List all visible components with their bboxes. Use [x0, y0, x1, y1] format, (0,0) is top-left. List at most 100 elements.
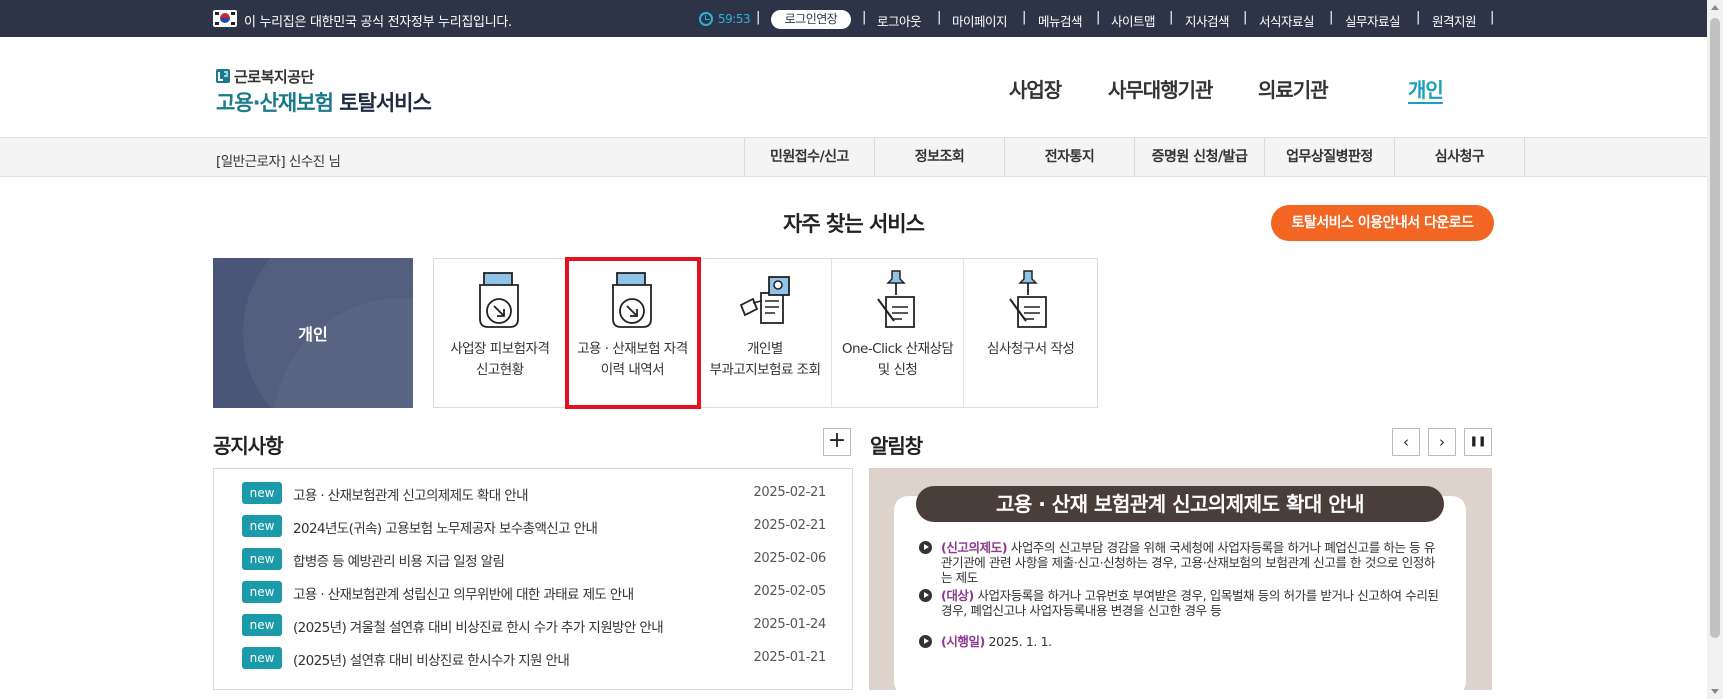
- site-logo-part2: 토탈서비스: [339, 91, 432, 115]
- logout-link[interactable]: 로그아웃: [877, 11, 922, 30]
- notice-list: new 고용 · 산재보험관계 신고의제제도 확대 안내 2025-02-21 …: [213, 468, 853, 690]
- remote-support-link[interactable]: 원격지원: [1432, 11, 1477, 30]
- service-one-click-consult[interactable]: One-Click 산재상담 및 신청: [832, 259, 965, 407]
- alarm-banner-item: (시행일) 2025. 1. 1.: [919, 634, 1439, 649]
- service-label: 고용 · 산재보험 자격 이력 내역서: [577, 341, 688, 378]
- korean-flag-icon: [213, 10, 237, 27]
- gov-notice-text: 이 누리집은 대한민국 공식 전자정부 누리집입니다.: [244, 15, 512, 30]
- tab-certificate[interactable]: 증명원 신청/발급: [1135, 138, 1265, 176]
- document-download-icon: [611, 272, 652, 328]
- gov-top-bar: 이 누리집은 대한민국 공식 전자정부 누리집입니다. 59:53 | 로그인연…: [0, 0, 1707, 37]
- service-label: 개인별 부과고지보험료 조회: [709, 341, 821, 378]
- extend-login-button[interactable]: 로그인연장: [771, 10, 851, 29]
- notice-item-title[interactable]: 2024년도(귀속) 고용보험 노무제공자 보수총액신고 안내: [293, 517, 598, 537]
- personal-category-card[interactable]: 개인: [213, 258, 413, 408]
- notice-item-title[interactable]: 고용 · 산재보험관계 성립신고 의무위반에 대한 과태료 제도 안내: [293, 583, 634, 603]
- branch-search-link[interactable]: 지사검색: [1185, 11, 1230, 30]
- guide-download-button[interactable]: 토탈서비스 이용안내서 다운로드: [1271, 205, 1494, 241]
- org-name[interactable]: 근로복지공단: [216, 66, 314, 87]
- divider: |: [1329, 10, 1334, 25]
- alarm-banner[interactable]: 고용 · 산재 보험관계 신고의제제도 확대 안내 (신고의제도) 사업주의 신…: [869, 468, 1492, 690]
- sitemap-link[interactable]: 사이트맵: [1111, 11, 1156, 30]
- nav-personal[interactable]: 개인: [1408, 74, 1444, 103]
- notice-item[interactable]: new (2025년) 설연휴 대비 비상진료 한시수가 지원 안내 2025-…: [214, 643, 852, 673]
- service-workplace-qualification[interactable]: 사업장 피보험자격 신고현황: [434, 259, 567, 407]
- divider: |: [1022, 10, 1027, 25]
- new-badge: new: [242, 482, 282, 504]
- scroll-down-icon[interactable]: [1711, 689, 1719, 694]
- menu-tabs: 민원접수/신고 정보조회 전자통지 증명원 신청/발급 업무상질병판정 심사청구: [744, 138, 1525, 176]
- session-timer: 59:53: [718, 12, 751, 26]
- play-bullet-icon: [919, 541, 932, 554]
- notice-item[interactable]: new 고용 · 산재보험관계 신고의제제도 확대 안내 2025-02-21: [214, 478, 852, 508]
- divider: |: [1243, 10, 1248, 25]
- tab-civil-application[interactable]: 민원접수/신고: [745, 138, 875, 176]
- divider: |: [1416, 10, 1421, 25]
- sub-nav-bar: [일반근로자] 신수진 님 민원접수/신고 정보조회 전자통지 증명원 신청/발…: [0, 137, 1707, 177]
- mypage-link[interactable]: 마이페이지: [952, 11, 1008, 30]
- page-scrollbar[interactable]: [1707, 0, 1723, 699]
- personal-category-label: 개인: [298, 325, 328, 344]
- alarm-banner-item: (대상) 사업자등록을 하거나 고유번호 부여받은 경우, 입목벌채 등의 허가…: [919, 588, 1439, 618]
- frequent-services-grid: 사업장 피보험자격 신고현황 고용 · 산재보험 자격 이력 내역서 개인별 부…: [433, 257, 1098, 409]
- divider: |: [756, 10, 761, 25]
- alarm-item-text: 사업주의 신고부담 경감을 위해 국세청에 사업자등록을 하거나 폐업신고를 하…: [941, 540, 1436, 585]
- notice-item[interactable]: new 2024년도(귀속) 고용보험 노무제공자 보수총액신고 안내 2025…: [214, 511, 852, 541]
- service-label: One-Click 산재상담 및 신청: [841, 341, 954, 378]
- notice-more-button[interactable]: +: [823, 428, 851, 456]
- document-download-icon: [479, 272, 519, 328]
- notice-title: 공지사항: [213, 434, 284, 458]
- tab-occupational-disease[interactable]: 업무상질병판정: [1265, 138, 1395, 176]
- alarm-item-key: (시행일): [941, 634, 985, 649]
- tab-review-request[interactable]: 심사청구: [1395, 138, 1525, 176]
- notice-item-date: 2025-02-06: [753, 551, 826, 566]
- notice-item-date: 2025-01-24: [753, 617, 826, 632]
- site-logo-part1: 고용·산재보험: [216, 91, 334, 115]
- play-bullet-icon: [919, 589, 932, 602]
- clock-icon: [699, 12, 713, 26]
- new-badge: new: [242, 647, 282, 669]
- new-badge: new: [242, 515, 282, 537]
- alarm-prev-button[interactable]: ‹: [1392, 428, 1420, 456]
- scroll-up-icon[interactable]: [1711, 5, 1719, 10]
- menu-search-link[interactable]: 메뉴검색: [1038, 11, 1083, 30]
- play-bullet-icon: [919, 635, 932, 648]
- forms-library-link[interactable]: 서식자료실: [1259, 11, 1315, 30]
- alarm-title: 알림창: [870, 434, 923, 458]
- tab-e-notice[interactable]: 전자통지: [1005, 138, 1135, 176]
- notice-item-date: 2025-01-21: [753, 650, 826, 665]
- notice-item[interactable]: new 고용 · 산재보험관계 성립신고 의무위반에 대한 과태료 제도 안내 …: [214, 577, 852, 607]
- new-badge: new: [242, 581, 282, 603]
- notice-item-title[interactable]: (2025년) 겨울철 설연휴 대비 비상진료 한시 수가 추가 지원방안 안내: [293, 616, 664, 636]
- divider: |: [1096, 10, 1101, 25]
- nav-medical[interactable]: 의료기관: [1258, 74, 1329, 103]
- alarm-item-text: 사업자등록을 하거나 고유번호 부여받은 경우, 입목벌채 등의 허가를 받거나…: [941, 588, 1439, 618]
- notice-item[interactable]: new 합병증 등 예방관리 비용 지급 일정 알림 2025-02-06: [214, 544, 852, 574]
- new-badge: new: [242, 614, 282, 636]
- nav-workplace[interactable]: 사업장: [1009, 74, 1062, 103]
- notice-item-title[interactable]: 합병증 등 예방관리 비용 지급 일정 알림: [293, 550, 505, 570]
- service-review-request-form[interactable]: 심사청구서 작성: [964, 259, 1097, 407]
- notice-item[interactable]: new (2025년) 겨울철 설연휴 대비 비상진료 한시 수가 추가 지원방…: [214, 610, 852, 640]
- site-logo[interactable]: 고용·산재보험 토탈서비스: [216, 87, 432, 117]
- service-label: 심사청구서 작성: [987, 341, 1075, 357]
- notice-item-title[interactable]: (2025년) 설연휴 대비 비상진료 한시수가 지원 안내: [293, 649, 570, 669]
- alarm-banner-item: (신고의제도) 사업주의 신고부담 경감을 위해 국세청에 사업자등록을 하거나…: [919, 540, 1439, 585]
- service-label: 사업장 피보험자격 신고현황: [450, 341, 550, 378]
- service-qualification-history[interactable]: 고용 · 산재보험 자격 이력 내역서: [564, 257, 702, 409]
- alarm-next-button[interactable]: ›: [1428, 428, 1456, 456]
- user-name: [일반근로자] 신수진 님: [216, 154, 341, 170]
- alarm-item-key: (대상): [941, 588, 974, 603]
- notice-item-title[interactable]: 고용 · 산재보험관계 신고의제제도 확대 안내: [293, 484, 529, 504]
- practice-library-link[interactable]: 실무자료실: [1345, 11, 1401, 30]
- notice-item-date: 2025-02-21: [753, 485, 826, 500]
- pen-document-icon: [876, 270, 915, 328]
- nav-agency[interactable]: 사무대행기관: [1108, 74, 1213, 103]
- alarm-pause-button[interactable]: ❚❚: [1464, 428, 1492, 456]
- alarm-item-text: 2025. 1. 1.: [988, 634, 1053, 649]
- service-premium-inquiry[interactable]: 개인별 부과고지보험료 조회: [699, 259, 832, 407]
- pen-document-icon: [1009, 270, 1048, 328]
- tab-info-inquiry[interactable]: 정보조회: [875, 138, 1005, 176]
- scrollbar-thumb[interactable]: [1710, 18, 1720, 638]
- divider: |: [1169, 10, 1174, 25]
